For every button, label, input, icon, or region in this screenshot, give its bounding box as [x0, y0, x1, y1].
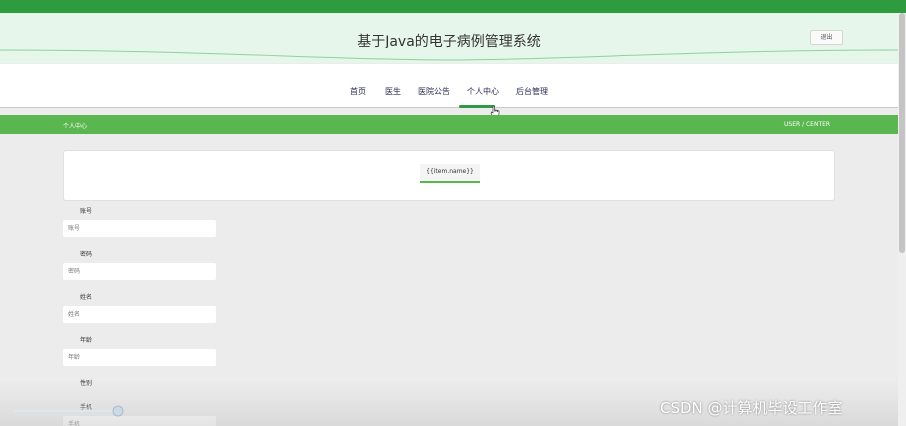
video-progress-slider[interactable] [14, 404, 126, 418]
top-accent-strip [0, 0, 906, 13]
name-input[interactable] [63, 306, 216, 323]
csdn-watermark: CSDN @计算机毕设工作室 [660, 399, 843, 417]
age-input[interactable] [63, 349, 216, 366]
nav-item-personal-center[interactable]: 个人中心 [467, 86, 499, 97]
tab-active-indicator [420, 181, 480, 183]
logout-button[interactable]: 退出 [810, 30, 843, 45]
nav-item-admin[interactable]: 后台管理 [516, 86, 548, 97]
section-title-right: USER / CENTER [784, 121, 831, 128]
account-label: 账号 [80, 208, 93, 215]
account-input[interactable] [63, 220, 216, 237]
nav-list: 首页 医生 医院公告 个人中心 后台管理 [0, 86, 898, 100]
tab-card: {{item.name}} [63, 150, 835, 201]
gender-label: 性别 [80, 380, 93, 387]
tab-item-name[interactable]: {{item.name}} [420, 164, 480, 182]
nav-item-home[interactable]: 首页 [350, 86, 366, 97]
scrollbar-thumb[interactable] [899, 13, 905, 253]
nav-item-announcement[interactable]: 医院公告 [418, 86, 450, 97]
password-input[interactable] [63, 263, 216, 280]
section-title-left: 个人中心 [63, 123, 88, 130]
main-navbar: 首页 医生 医院公告 个人中心 后台管理 [0, 64, 898, 108]
age-label: 年龄 [80, 337, 93, 344]
nav-item-doctor[interactable]: 医生 [385, 86, 401, 97]
password-label: 密码 [80, 251, 93, 258]
name-label: 姓名 [80, 294, 93, 301]
section-title-bar: 个人中心 USER / CENTER [0, 115, 898, 134]
